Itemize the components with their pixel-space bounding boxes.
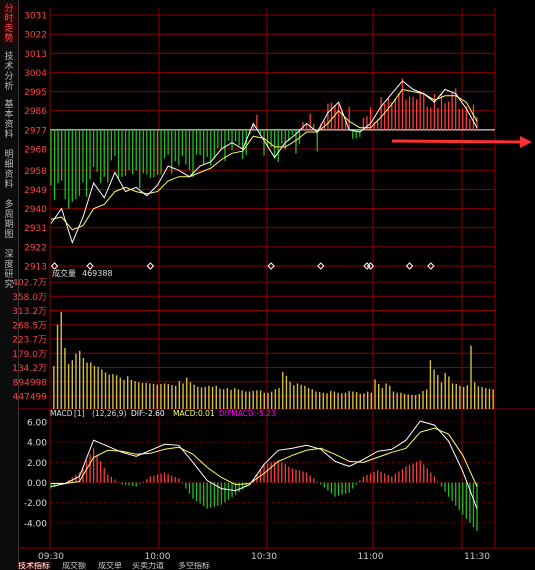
price-tick-label: 3022	[24, 31, 47, 41]
macd-value-label: MACD:0.01	[173, 409, 215, 418]
time-tick-label: 09:30	[38, 552, 64, 562]
price-tick-label: 2958	[24, 167, 47, 177]
volume-tick-label: 179.0万	[12, 350, 47, 360]
stock-chart: 3031 3022 3013 3004 2995 2986 2977 2968 2958 2949…	[12, 8, 535, 562]
difmacd-label: DIFMACD:-5.23	[219, 409, 276, 418]
price-tick-label: 2986	[24, 107, 47, 117]
macd-params: [1]	[74, 409, 85, 418]
trend-arrow-head	[520, 136, 532, 148]
dif-label: DIF:-2.60	[131, 409, 165, 418]
bottom-tab[interactable]: 技术指标	[18, 562, 50, 570]
macd-tick-label: 6.00	[27, 419, 47, 429]
macd-tick-label: 2.00	[27, 459, 47, 469]
price-tick-label: 3004	[24, 69, 47, 79]
macd-title: MACD	[50, 409, 73, 418]
time-tick-label: 11:00	[358, 552, 384, 562]
time-tick-label: 11:30	[464, 552, 490, 562]
trend-arrow-shaft	[391, 139, 521, 144]
volume-tick-label: 894998	[13, 378, 48, 388]
price-tick-label: 2913	[24, 263, 47, 273]
bottom-tab[interactable]: 成交额	[62, 562, 86, 570]
volume-tick-label: 358.0万	[12, 293, 47, 303]
time-tick-label: 10:30	[251, 552, 277, 562]
macd-tick-label: -2.00	[24, 499, 48, 509]
macd-param-values: (12,26,9)	[92, 409, 127, 418]
volume-value: 469388	[82, 269, 113, 278]
volume-tick-label: 268.5万	[12, 321, 47, 331]
price-tick-label: 2931	[24, 224, 47, 234]
time-tick-label: 10:00	[145, 552, 171, 562]
bottom-tabs: 技术指标 成交额 成交单 买卖力道 多空指标	[18, 562, 535, 570]
price-tick-label: 2922	[24, 243, 47, 253]
price-tick-label: 2977	[24, 126, 47, 136]
volume-tick-label: 447499	[13, 393, 48, 403]
price-tick-label: 2949	[24, 186, 47, 196]
price-tick-label: 2995	[24, 88, 47, 98]
macd-tick-label: 4.00	[27, 439, 47, 449]
bottom-tab[interactable]: 多空指标	[178, 562, 210, 570]
price-tick-label: 3031	[24, 12, 47, 22]
bottom-tab[interactable]: 成交单	[98, 562, 122, 570]
volume-title: 成交量	[52, 268, 76, 278]
price-tick-label: 2968	[24, 146, 47, 156]
volume-tick-label: 313.2万	[12, 307, 47, 317]
volume-tick-label: 134.2万	[12, 364, 47, 374]
macd-tick-label: -4.00	[24, 519, 48, 529]
macd-tick-label: 0.00	[27, 479, 47, 489]
price-tick-label: 2940	[24, 205, 47, 215]
bottom-tab[interactable]: 买卖力道	[132, 562, 164, 570]
price-tick-label: 3013	[24, 50, 47, 60]
volume-tick-label: 223.7万	[12, 336, 47, 346]
volume-tick-label: 402.7万	[12, 279, 47, 289]
